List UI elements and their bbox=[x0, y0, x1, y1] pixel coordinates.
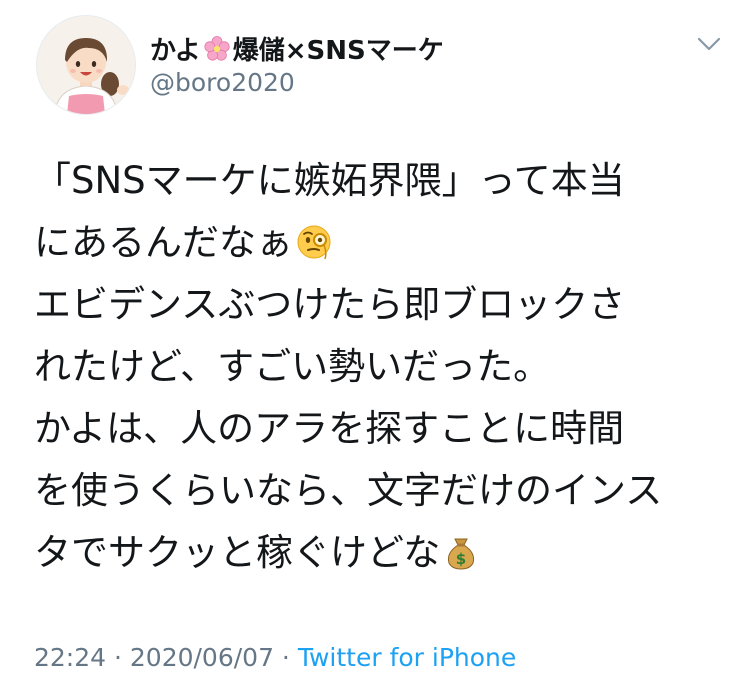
tweet-line-6-text: を使うくらいなら、文字だけのインス bbox=[34, 469, 663, 512]
tweet: かよ 爆儲×SNSマーケ @boro2020 「SNSマーケに嫉妬界隈」って本当… bbox=[0, 0, 750, 688]
display-name-suffix: 爆儲×SNSマーケ bbox=[232, 36, 444, 66]
chevron-down-icon[interactable] bbox=[696, 34, 722, 54]
user-handle[interactable]: @boro2020 bbox=[150, 68, 295, 97]
display-name-prefix: かよ bbox=[150, 36, 201, 66]
cherry-blossom-icon bbox=[203, 35, 231, 63]
tweet-line-2: にあるんだなぁ bbox=[34, 212, 724, 274]
tweet-meta: 22:24 · 2020/06/07 · Twitter for iPhone bbox=[34, 643, 516, 672]
tweet-text: 「SNSマーケに嫉妬界隈」って本当 にあるんだなぁ エビデンスぶつけたら即ブロッ… bbox=[34, 150, 724, 584]
tweet-date: 2020/06/07 bbox=[129, 643, 274, 672]
tweet-line-7-text: タでサクッと稼ぐけどな bbox=[34, 531, 441, 574]
tweet-source-link[interactable]: Twitter for iPhone bbox=[298, 643, 516, 672]
tweet-line-6: を使うくらいなら、文字だけのインス bbox=[34, 460, 724, 522]
meta-separator: · bbox=[106, 643, 130, 672]
tweet-time: 22:24 bbox=[34, 643, 107, 672]
tweet-line-5-text: かよは、人のアラを探すことに時間 bbox=[34, 407, 625, 450]
tweet-line-1-text: 「SNSマーケに嫉妬界隈」って本当 bbox=[34, 159, 625, 202]
tweet-line-5: かよは、人のアラを探すことに時間 bbox=[34, 398, 724, 460]
avatar-illustration bbox=[37, 16, 135, 114]
svg-text:$: $ bbox=[456, 550, 466, 568]
meta-separator: · bbox=[273, 643, 298, 672]
tweet-line-3-text: エビデンスぶつけたら即ブロックさ bbox=[34, 283, 626, 326]
monocle-face-icon bbox=[295, 218, 333, 260]
tweet-line-3: エビデンスぶつけたら即ブロックさ bbox=[34, 274, 724, 336]
money-bag-icon: $ bbox=[442, 528, 480, 570]
tweet-line-4-text: れたけど、すごい勢いだった。 bbox=[34, 345, 551, 388]
tweet-line-2-text: にあるんだなぁ bbox=[34, 221, 293, 264]
display-name[interactable]: かよ 爆儲×SNSマーケ bbox=[150, 30, 444, 67]
tweet-line-7: タでサクッと稼ぐけどな $ bbox=[34, 522, 724, 584]
avatar[interactable] bbox=[36, 15, 136, 115]
tweet-line-1: 「SNSマーケに嫉妬界隈」って本当 bbox=[34, 150, 724, 212]
tweet-line-4: れたけど、すごい勢いだった。 bbox=[34, 336, 724, 398]
